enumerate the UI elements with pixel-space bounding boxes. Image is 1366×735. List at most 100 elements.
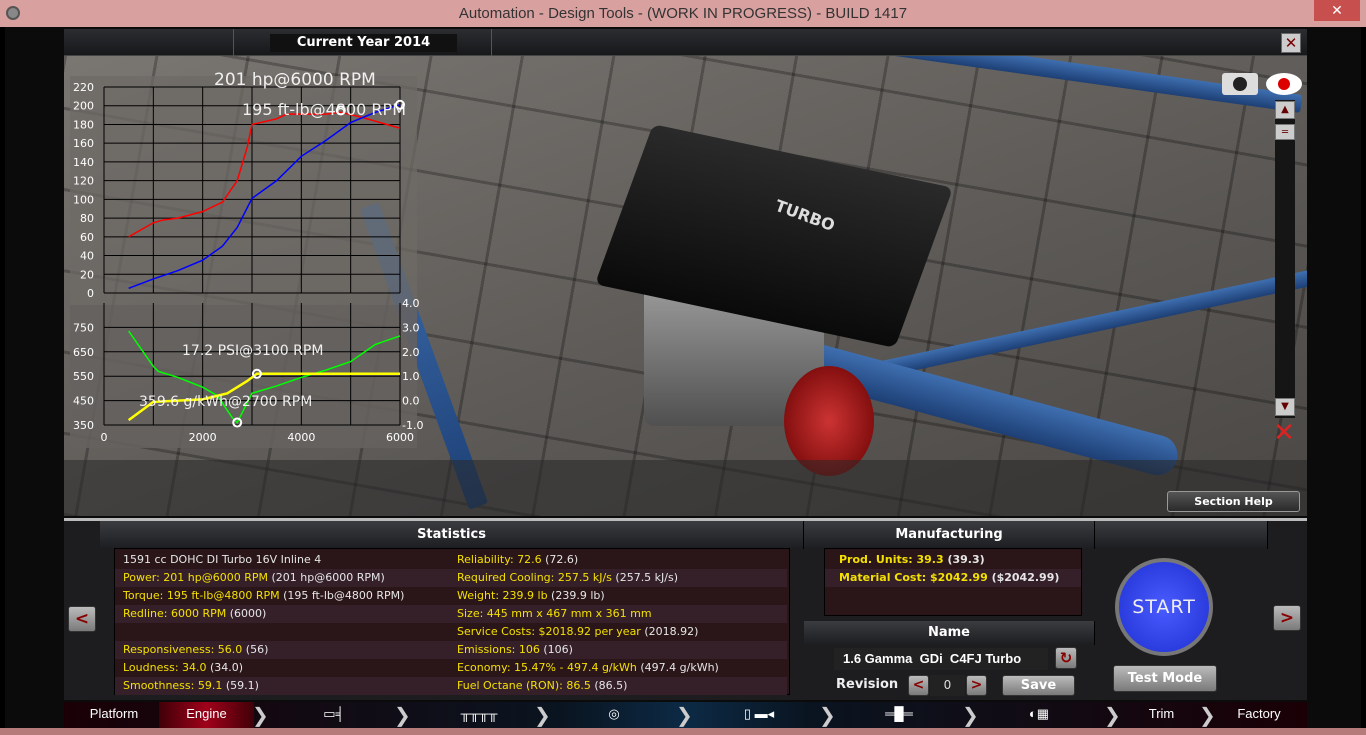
design-step-nav: Platform Engine ▭╡ ╥╥╥╥ ◎ ▯ ▬◂ ═█═ ◐▦ Tr… <box>64 702 1307 728</box>
stat-label: Required Cooling: 257.5 kJ/s <box>457 571 612 584</box>
scroll-thumb[interactable]: ═ <box>1275 124 1295 140</box>
start-button[interactable]: START <box>1115 558 1213 656</box>
chevron-icon: ❯ <box>1199 703 1216 727</box>
stat-label: Material Cost: $2042.99 <box>839 571 988 584</box>
stat-value: (59.1) <box>222 679 259 692</box>
stat-row: Torque: 195 ft-lb@4800 RPM (195 ft-lb@48… <box>115 587 453 605</box>
revision-label: Revision <box>836 677 899 692</box>
stat-label: Redline: 6000 RPM <box>123 607 227 620</box>
nav-exhaust-icon[interactable]: ═█═ <box>854 702 944 728</box>
stat-value: (106) <box>539 643 573 656</box>
revision-value: 0 <box>930 675 965 696</box>
nav-turbo-icon[interactable]: ◎ <box>574 702 654 728</box>
stat-value: (56) <box>242 643 269 656</box>
y-tick-label: 40 <box>80 250 94 263</box>
stat-row: Emissions: 106 (106) <box>449 641 787 659</box>
chevron-icon: ❯ <box>252 703 269 727</box>
revision-prev-button[interactable]: < <box>908 675 929 696</box>
close-view-button[interactable]: ✕ <box>1281 33 1301 53</box>
chevron-icon: ❯ <box>676 703 693 727</box>
nav-fuel-icon[interactable]: ▯ ▬◂ <box>714 702 804 728</box>
nav-block-icon[interactable]: ▭╡ <box>294 702 374 728</box>
taskbar <box>0 728 1366 735</box>
title-bar: Automation - Design Tools - (WORK IN PRO… <box>0 0 1366 27</box>
stat-row: Fuel Octane (RON): 86.5 (86.5) <box>449 677 787 695</box>
stat-value: (201 hp@6000 RPM) <box>267 571 385 584</box>
stat-label: Loudness: 34.0 <box>123 661 207 674</box>
name-header: Name <box>804 621 1095 645</box>
top-bar <box>64 29 1307 56</box>
stat-value: (86.5) <box>590 679 628 692</box>
chevron-icon: ❯ <box>819 703 836 727</box>
y2-tick-label: 3.0 <box>402 321 420 334</box>
stat-row: Loudness: 34.0 (34.0) <box>115 659 453 677</box>
manufacturing-header: Manufacturing <box>804 521 1095 549</box>
stat-label: Economy: 15.47% - 497.4 g/kWh <box>457 661 637 674</box>
scroll-down-button[interactable]: ▼ <box>1275 398 1295 416</box>
y-tick-label: 750 <box>73 321 94 334</box>
window-title: Automation - Design Tools - (WORK IN PRO… <box>458 5 908 22</box>
stat-value: (6000) <box>226 607 267 620</box>
y-tick-label: 550 <box>73 370 94 383</box>
chart-annotation: 201 hp@6000 RPM <box>214 70 376 90</box>
scene-shade <box>64 460 1307 516</box>
camera-icon[interactable] <box>1222 73 1258 95</box>
engine-curves-chart: 0 20 40 60 80 100 120 140 160 180 200 220 350 450 550 6… <box>73 70 423 444</box>
header-blank <box>1095 521 1268 549</box>
nav-pistons-icon[interactable]: ╥╥╥╥ <box>434 702 524 728</box>
chevron-icon: ❯ <box>1104 703 1121 727</box>
stat-label: Size: 445 mm x 467 mm x 361 mm <box>457 607 652 620</box>
stat-value: ($2042.99) <box>987 571 1060 584</box>
y-tick-label: 180 <box>73 118 94 131</box>
stat-row: Reliability: 72.6 (72.6) <box>449 551 787 569</box>
next-page-button[interactable]: > <box>1273 605 1301 631</box>
y-tick-label: 200 <box>73 100 94 113</box>
nav-engine[interactable]: Engine <box>159 702 254 728</box>
nav-tune-icon[interactable]: ◐▦ <box>994 702 1084 728</box>
revision-next-button[interactable]: > <box>966 675 987 696</box>
stat-label: Weight: 239.9 lb <box>457 589 548 602</box>
statistics-list: 1591 cc DOHC DI Turbo 16V Inline 4 Power:… <box>114 548 790 695</box>
y-tick-label: 20 <box>80 268 94 281</box>
series-line-1 <box>128 104 401 290</box>
stat-value: (39.3) <box>943 553 985 566</box>
x-tick-label: 6000 <box>386 431 414 444</box>
y-tick-label: 140 <box>73 156 94 169</box>
nav-trim[interactable]: Trim <box>1124 702 1199 728</box>
y-tick-label: 60 <box>80 231 94 244</box>
engine-name-input[interactable] <box>834 648 1048 670</box>
chevron-icon: ❯ <box>962 703 979 727</box>
nav-platform[interactable]: Platform <box>74 702 154 728</box>
window-close-button[interactable]: ✕ <box>1314 0 1360 21</box>
frame-beam <box>745 56 1303 113</box>
randomize-name-icon[interactable]: ↻ <box>1055 647 1077 669</box>
stat-row: Material Cost: $2042.99 ($2042.99) <box>825 569 1081 587</box>
current-year: Current Year 2014 <box>270 34 457 52</box>
stat-value: (195 ft-lb@4800 RPM) <box>279 589 405 602</box>
stat-value: (497.4 g/kWh) <box>636 661 719 674</box>
divider <box>491 29 492 56</box>
y-tick-label: 650 <box>73 346 94 359</box>
section-help-button[interactable]: Section Help <box>1167 491 1300 512</box>
view-scrollbar[interactable] <box>1275 100 1295 418</box>
y-tick-label: 100 <box>73 193 94 206</box>
nav-factory[interactable]: Factory <box>1214 702 1304 728</box>
app-icon <box>6 6 20 20</box>
stat-label: 1591 cc DOHC DI Turbo 16V Inline 4 <box>123 553 322 566</box>
stat-label: Torque: 195 ft-lb@4800 RPM <box>123 589 280 602</box>
y2-tick-label: 0.0 <box>402 395 420 408</box>
hide-icon[interactable]: ✕ <box>1268 420 1300 446</box>
scroll-up-button[interactable]: ▲ <box>1275 101 1295 119</box>
stat-label: Emissions: 106 <box>457 643 540 656</box>
eye-icon[interactable] <box>1266 73 1302 95</box>
stat-label: Prod. Units: 39.3 <box>839 553 944 566</box>
stat-row: Required Cooling: 257.5 kJ/s (257.5 kJ/s… <box>449 569 787 587</box>
stat-row: Responsiveness: 56.0 (56) <box>115 641 453 659</box>
stat-row: Prod. Units: 39.3 (39.3) <box>825 551 1081 569</box>
prev-page-button[interactable]: < <box>68 606 96 632</box>
stat-value: (257.5 kJ/s) <box>611 571 679 584</box>
save-button[interactable]: Save <box>1002 675 1075 696</box>
stat-row: Smoothness: 59.1 (59.1) <box>115 677 453 695</box>
test-mode-button[interactable]: Test Mode <box>1113 665 1217 692</box>
statistics-header: Statistics <box>100 521 804 549</box>
